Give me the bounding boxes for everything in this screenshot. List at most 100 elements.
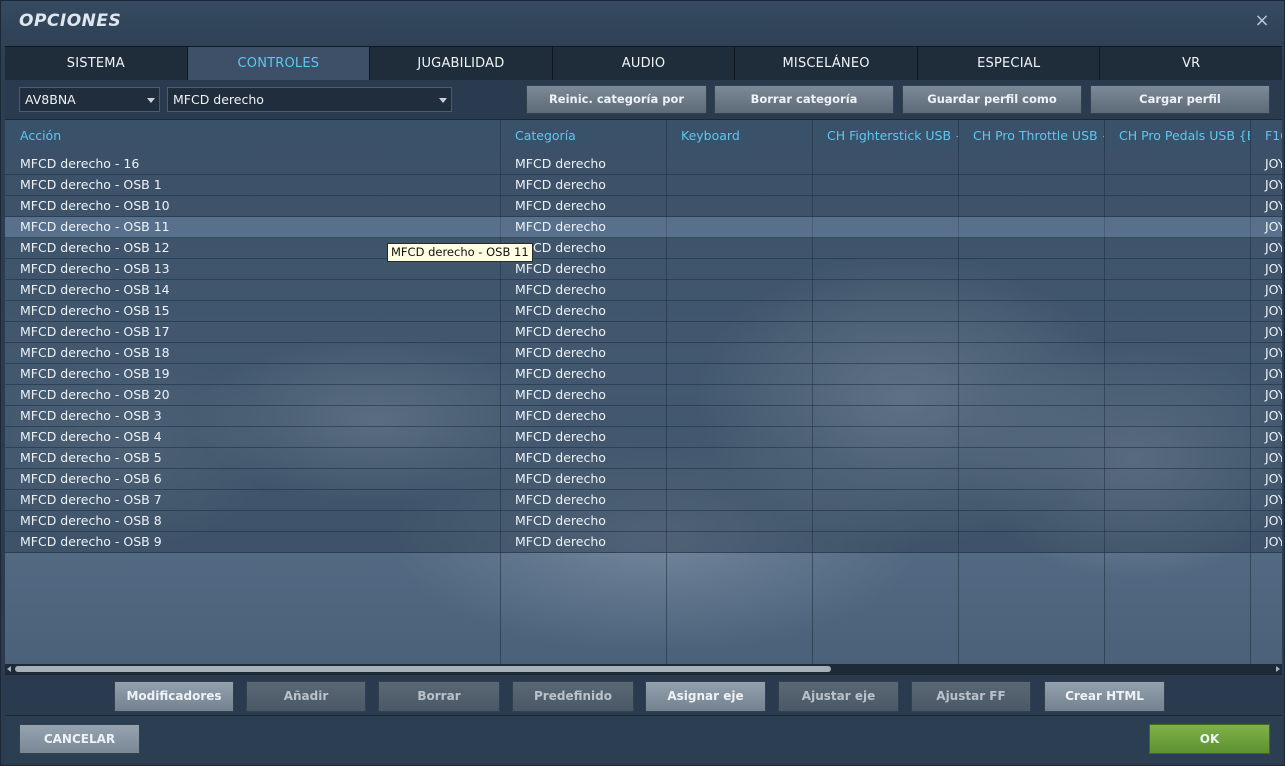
close-icon[interactable]: × bbox=[1254, 11, 1270, 31]
cell-f16: JOY bbox=[1265, 177, 1282, 192]
cell-category: MFCD derecho bbox=[515, 177, 606, 192]
make-html-button[interactable]: Crear HTML bbox=[1044, 681, 1165, 712]
scrollbar-thumb[interactable] bbox=[15, 666, 831, 672]
cell-category: MFCD derecho bbox=[515, 366, 606, 381]
cell-category: MFCD derecho bbox=[515, 303, 606, 318]
toolbar: AV8BNA MFCD derecho Reinic. categoría po… bbox=[5, 80, 1282, 133]
cell-category: MFCD derecho bbox=[515, 492, 606, 507]
cell-category: MFCD derecho bbox=[515, 450, 606, 465]
cell-action: MFCD derecho - OSB 18 bbox=[20, 345, 170, 360]
horizontal-scrollbar[interactable] bbox=[5, 664, 1282, 674]
cell-action: MFCD derecho - OSB 9 bbox=[20, 534, 162, 549]
action-bar: Modificadores Añadir Borrar Predefinido … bbox=[5, 674, 1282, 716]
table-row[interactable]: MFCD derecho - OSB 20 MFCD derecho JOY bbox=[5, 385, 1282, 406]
tab-1[interactable]: CONTROLES bbox=[187, 47, 371, 81]
column-header[interactable]: CH Pro Pedals USB {ED bbox=[1104, 120, 1250, 154]
tune-axis-button[interactable]: Ajustar eje bbox=[778, 681, 899, 712]
table-row[interactable]: MFCD derecho - OSB 4 MFCD derecho JOY bbox=[5, 427, 1282, 448]
table-row[interactable]: MFCD derecho - OSB 9 MFCD derecho JOY bbox=[5, 532, 1282, 553]
cell-f16: JOY bbox=[1265, 240, 1282, 255]
cell-category: MFCD derecho bbox=[515, 429, 606, 444]
cell-category: MFCD derecho bbox=[515, 534, 606, 549]
category-select[interactable]: MFCD derecho bbox=[167, 87, 452, 112]
reset-category-button[interactable]: Reinic. categoría por defecto bbox=[526, 85, 707, 133]
cell-category: MFCD derecho bbox=[515, 156, 606, 171]
tab-4[interactable]: MISCELÁNEO bbox=[735, 47, 918, 81]
add-button[interactable]: Añadir bbox=[246, 681, 366, 712]
cell-f16: JOY bbox=[1265, 345, 1282, 360]
scroll-right-icon[interactable] bbox=[1276, 666, 1280, 672]
chevron-down-icon bbox=[439, 98, 447, 103]
chevron-down-icon bbox=[147, 98, 155, 103]
cell-action: MFCD derecho - OSB 6 bbox=[20, 471, 162, 486]
default-button[interactable]: Predefinido bbox=[512, 681, 634, 712]
cell-f16: JOY bbox=[1265, 513, 1282, 528]
table-row[interactable]: MFCD derecho - OSB 15 MFCD derecho JOY bbox=[5, 301, 1282, 322]
table-row[interactable]: MFCD derecho - OSB 5 MFCD derecho JOY bbox=[5, 448, 1282, 469]
cell-f16: JOY bbox=[1265, 156, 1282, 171]
table-row[interactable]: MFCD derecho - OSB 17 MFCD derecho JOY bbox=[5, 322, 1282, 343]
table-row[interactable]: MFCD derecho - OSB 14 MFCD derecho JOY bbox=[5, 280, 1282, 301]
aircraft-select-value: AV8BNA bbox=[25, 92, 76, 107]
column-header[interactable]: Acción bbox=[5, 120, 500, 154]
cell-action: MFCD derecho - OSB 15 bbox=[20, 303, 170, 318]
clear-category-button[interactable]: Borrar categoría bbox=[714, 85, 894, 114]
table-row[interactable]: MFCD derecho - OSB 11 MFCD derecho JOY bbox=[5, 217, 1282, 238]
table-row[interactable]: MFCD derecho - OSB 8 MFCD derecho JOY bbox=[5, 511, 1282, 532]
cell-f16: JOY bbox=[1265, 282, 1282, 297]
tab-6[interactable]: VR bbox=[1100, 47, 1283, 81]
cell-category: MFCD derecho bbox=[515, 513, 606, 528]
cell-action: MFCD derecho - 16 bbox=[20, 156, 140, 171]
scroll-left-icon[interactable] bbox=[7, 666, 11, 672]
cell-action: MFCD derecho - OSB 4 bbox=[20, 429, 162, 444]
cell-f16: JOY bbox=[1265, 429, 1282, 444]
column-header[interactable]: Keyboard bbox=[666, 120, 812, 154]
save-profile-button[interactable]: Guardar perfil como bbox=[902, 85, 1082, 114]
cell-action: MFCD derecho - OSB 1 bbox=[20, 177, 162, 192]
cell-f16: JOY bbox=[1265, 387, 1282, 402]
assign-axis-button[interactable]: Asignar eje bbox=[645, 681, 766, 712]
cell-f16: JOY bbox=[1265, 492, 1282, 507]
table-row[interactable]: MFCD derecho - 16 MFCD derecho JOY bbox=[5, 154, 1282, 175]
table-row[interactable]: MFCD derecho - OSB 6 MFCD derecho JOY bbox=[5, 469, 1282, 490]
table-row[interactable]: MFCD derecho - OSB 19 MFCD derecho JOY bbox=[5, 364, 1282, 385]
cell-f16: JOY bbox=[1265, 534, 1282, 549]
cell-action: MFCD derecho - OSB 19 bbox=[20, 366, 170, 381]
tune-ff-button[interactable]: Ajustar FF bbox=[911, 681, 1031, 712]
column-header[interactable]: CH Fighterstick USB {3 bbox=[812, 120, 958, 154]
cell-action: MFCD derecho - OSB 5 bbox=[20, 450, 162, 465]
table-row[interactable]: MFCD derecho - OSB 10 MFCD derecho JOY bbox=[5, 196, 1282, 217]
modifiers-button[interactable]: Modificadores bbox=[114, 681, 234, 712]
table-row[interactable]: MFCD derecho - OSB 12 MFCD derecho JOY bbox=[5, 238, 1282, 259]
tab-2[interactable]: JUGABILIDAD bbox=[370, 47, 553, 81]
table-row[interactable]: MFCD derecho - OSB 3 MFCD derecho JOY bbox=[5, 406, 1282, 427]
cell-action: MFCD derecho - OSB 7 bbox=[20, 492, 162, 507]
cell-f16: JOY bbox=[1265, 303, 1282, 318]
tooltip: MFCD derecho - OSB 11 bbox=[387, 243, 533, 262]
cell-f16: JOY bbox=[1265, 471, 1282, 486]
cell-action: MFCD derecho - OSB 20 bbox=[20, 387, 170, 402]
cell-category: MFCD derecho bbox=[515, 408, 606, 423]
column-header[interactable]: CH Pro Throttle USB {1 bbox=[958, 120, 1104, 154]
category-select-value: MFCD derecho bbox=[173, 92, 264, 107]
cell-action: MFCD derecho - OSB 14 bbox=[20, 282, 170, 297]
aircraft-select[interactable]: AV8BNA bbox=[19, 87, 160, 112]
table-row[interactable]: MFCD derecho - OSB 1 MFCD derecho JOY bbox=[5, 175, 1282, 196]
delete-button[interactable]: Borrar bbox=[378, 681, 500, 712]
cell-f16: JOY bbox=[1265, 198, 1282, 213]
column-header[interactable]: Categoría bbox=[500, 120, 666, 154]
cell-f16: JOY bbox=[1265, 219, 1282, 234]
tab-3[interactable]: AUDIO bbox=[552, 47, 736, 81]
options-window: OPCIONES × SISTEMA CONTROLES JUGABILIDAD AU… bbox=[0, 0, 1285, 766]
column-header[interactable]: F16 bbox=[1250, 120, 1282, 154]
cancel-button[interactable]: CANCELAR bbox=[19, 724, 140, 754]
bindings-table: Acción Categoría Keyboard CH Fighterstick U… bbox=[5, 120, 1282, 664]
table-row[interactable]: MFCD derecho - OSB 18 MFCD derecho JOY bbox=[5, 343, 1282, 364]
load-profile-button[interactable]: Cargar perfil bbox=[1090, 85, 1270, 114]
ok-button[interactable]: OK bbox=[1149, 724, 1270, 754]
tab-0[interactable]: SISTEMA bbox=[5, 47, 188, 81]
table-row[interactable]: MFCD derecho - OSB 13 MFCD derecho JOY bbox=[5, 259, 1282, 280]
table-row[interactable]: MFCD derecho - OSB 7 MFCD derecho JOY bbox=[5, 490, 1282, 511]
cell-category: MFCD derecho bbox=[515, 345, 606, 360]
tab-5[interactable]: ESPECIAL bbox=[917, 47, 1101, 81]
